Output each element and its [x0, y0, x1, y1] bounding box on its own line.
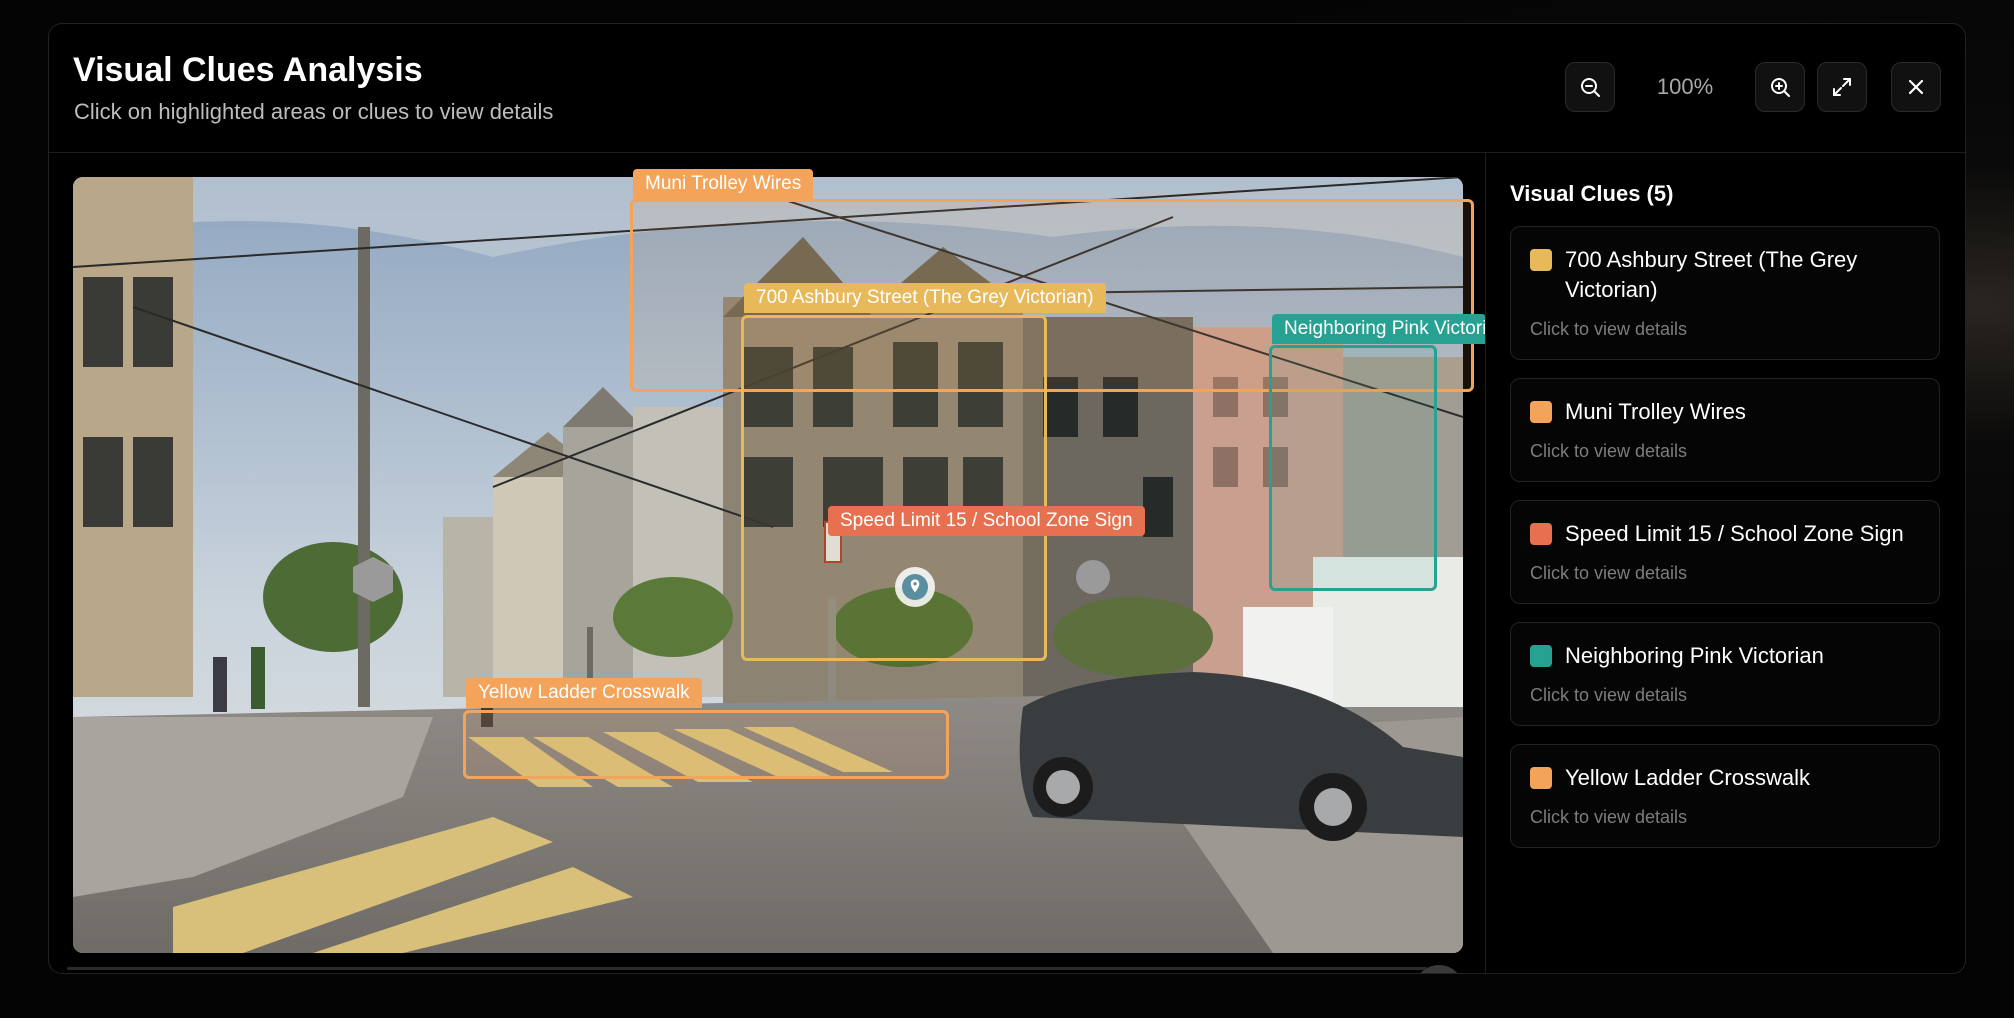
- visual-clues-dialog: Visual Clues Analysis Click on highlight…: [48, 23, 1966, 974]
- expand-icon: [1833, 78, 1851, 96]
- dialog-title: Visual Clues Analysis: [73, 51, 423, 89]
- clue-marker[interactable]: [895, 567, 935, 607]
- clues-panel: Visual Clues (5) 700 Ashbury Street (The…: [1485, 153, 1965, 973]
- clue-color-swatch: [1530, 401, 1552, 423]
- dialog-header: Visual Clues Analysis Click on highlight…: [49, 24, 1965, 153]
- clue-card[interactable]: Neighboring Pink Victorian Click to view…: [1510, 622, 1940, 726]
- clue-color-swatch: [1530, 645, 1552, 667]
- clue-card[interactable]: 700 Ashbury Street (The Grey Victorian) …: [1510, 226, 1940, 360]
- horizontal-scrollbar[interactable]: [67, 967, 1427, 970]
- zoom-in-button[interactable]: [1755, 62, 1805, 112]
- clue-region-ashbury-street[interactable]: [741, 315, 1047, 661]
- clue-tag-speed-limit-sign[interactable]: Speed Limit 15 / School Zone Sign: [828, 506, 1145, 536]
- clue-name: Speed Limit 15 / School Zone Sign: [1565, 521, 1904, 546]
- dialog-subtitle: Click on highlighted areas or clues to v…: [74, 99, 554, 124]
- clue-tag-ashbury-street[interactable]: 700 Ashbury Street (The Grey Victorian): [744, 283, 1106, 313]
- clue-color-swatch: [1530, 523, 1552, 545]
- zoom-toolbar: 100%: [1565, 62, 1941, 112]
- clue-card[interactable]: Muni Trolley Wires Click to view details: [1510, 378, 1940, 482]
- clue-region-pink-victorian[interactable]: [1269, 345, 1437, 591]
- clue-color-swatch: [1530, 767, 1552, 789]
- image-viewer[interactable]: Muni Trolley Wires 700 Ashbury Street (T…: [49, 153, 1485, 973]
- clue-region-crosswalk[interactable]: [463, 710, 949, 779]
- zoom-out-button[interactable]: [1565, 62, 1615, 112]
- clue-card[interactable]: Speed Limit 15 / School Zone Sign Click …: [1510, 500, 1940, 604]
- clue-tag-trolley-wires[interactable]: Muni Trolley Wires: [633, 169, 814, 199]
- clue-name: 700 Ashbury Street (The Grey Victorian): [1565, 247, 1858, 302]
- clue-hint: Click to view details: [1530, 563, 1688, 583]
- location-pin-icon: [902, 574, 928, 600]
- close-button[interactable]: [1891, 62, 1941, 112]
- clue-hint: Click to view details: [1530, 319, 1688, 339]
- clue-tag-pink-victorian[interactable]: Neighboring Pink Victorian: [1272, 314, 1485, 344]
- close-icon: [1908, 79, 1924, 95]
- fullscreen-button[interactable]: [1817, 62, 1867, 112]
- clue-name: Neighboring Pink Victorian: [1565, 643, 1824, 668]
- clue-hint: Click to view details: [1530, 685, 1688, 705]
- zoom-level: 100%: [1656, 74, 1714, 99]
- zoom-out-icon: [1581, 78, 1600, 97]
- clue-hint: Click to view details: [1530, 807, 1688, 827]
- clues-panel-title: Visual Clues (5): [1510, 181, 1674, 206]
- clue-tag-crosswalk[interactable]: Yellow Ladder Crosswalk: [466, 678, 702, 708]
- clue-color-swatch: [1530, 249, 1552, 271]
- clue-card[interactable]: Yellow Ladder Crosswalk Click to view de…: [1510, 744, 1940, 848]
- clue-name: Yellow Ladder Crosswalk: [1565, 765, 1810, 790]
- clue-name: Muni Trolley Wires: [1565, 399, 1746, 424]
- zoom-in-icon: [1771, 78, 1790, 97]
- clue-hint: Click to view details: [1530, 441, 1688, 461]
